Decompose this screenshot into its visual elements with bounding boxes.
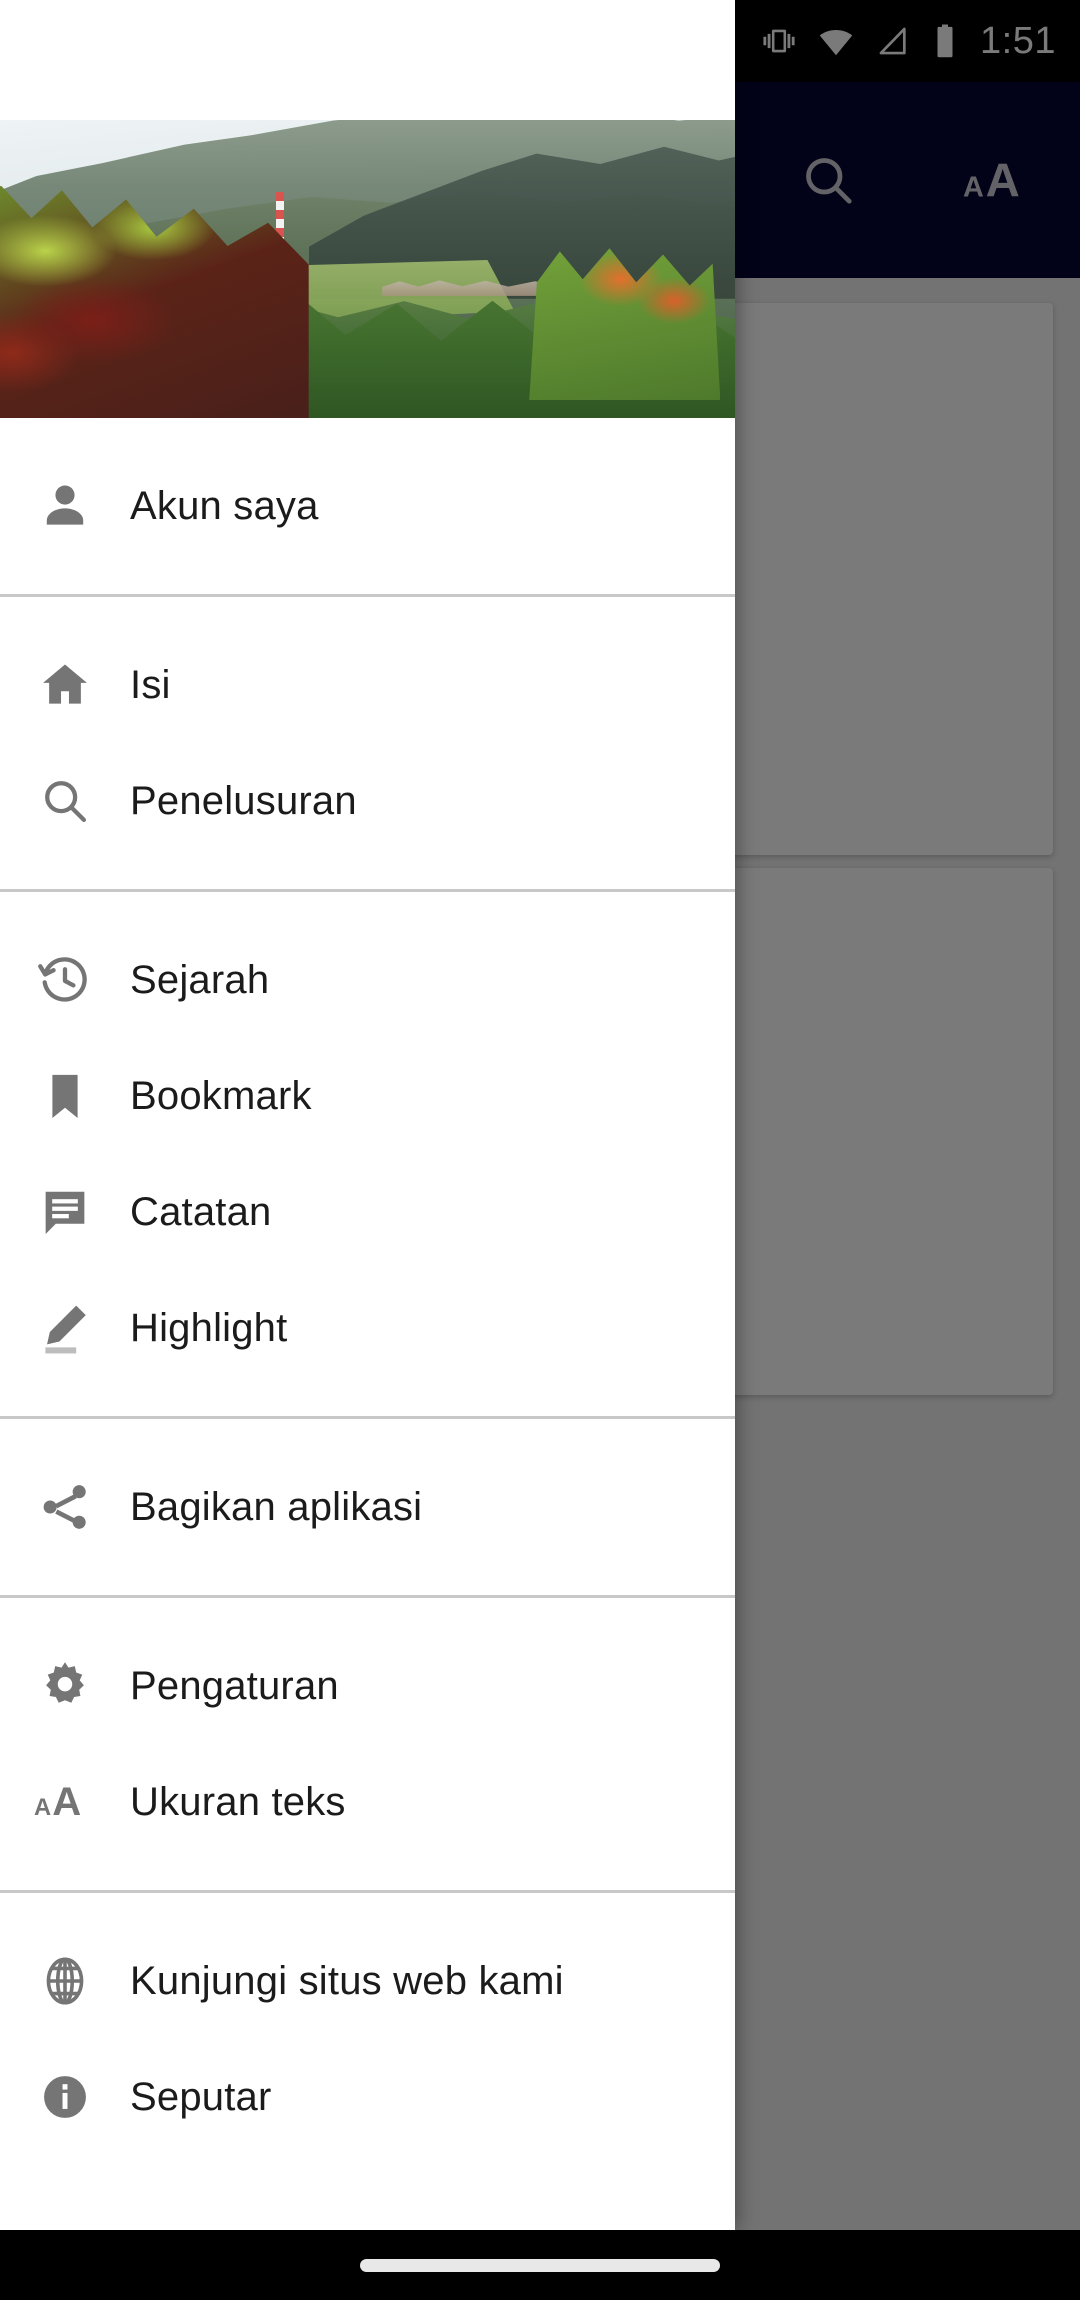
drawer-group-account: Akun saya	[0, 418, 735, 594]
history-icon	[0, 952, 130, 1008]
drawer-group-browse: Isi Penelusuran	[0, 597, 735, 889]
home-gesture-pill[interactable]	[360, 2258, 720, 2272]
drawer-group-library: Sejarah Bookmark Catatan Highlight	[0, 892, 735, 1416]
search-icon	[0, 774, 130, 828]
drawer-group-settings: Pengaturan A A Ukuran teks	[0, 1598, 735, 1890]
svg-text:A: A	[34, 1795, 51, 1821]
highlight-pencil-icon	[0, 1300, 130, 1356]
note-icon	[0, 1185, 130, 1239]
sidebar-item-bookmark[interactable]: Bookmark	[0, 1038, 735, 1154]
sidebar-item-label: Bagikan aplikasi	[130, 1484, 423, 1529]
home-icon	[0, 657, 130, 713]
sidebar-item-label: Akun saya	[130, 483, 319, 528]
sidebar-item-sejarah[interactable]: Sejarah	[0, 922, 735, 1038]
sidebar-item-catatan[interactable]: Catatan	[0, 1154, 735, 1270]
sidebar-item-label: Catatan	[130, 1189, 272, 1234]
sidebar-item-label: Bookmark	[130, 1073, 312, 1118]
sidebar-item-highlight[interactable]: Highlight	[0, 1270, 735, 1386]
sidebar-item-pengaturan[interactable]: Pengaturan	[0, 1628, 735, 1744]
drawer-group-about: Kunjungi situs web kami Seputar	[0, 1893, 735, 2185]
person-icon	[0, 478, 130, 534]
svg-text:A: A	[52, 1780, 81, 1824]
sidebar-item-label: Pengaturan	[130, 1663, 339, 1708]
globe-icon	[0, 1953, 130, 2009]
drawer-group-share: Bagikan aplikasi	[0, 1419, 735, 1595]
text-size-icon: A A	[0, 1774, 130, 1830]
sidebar-item-isi[interactable]: Isi	[0, 627, 735, 743]
drawer-header-photo	[0, 120, 735, 418]
sidebar-item-label: Penelusuran	[130, 778, 357, 823]
sidebar-item-label: Seputar	[130, 2074, 272, 2119]
sidebar-item-ukuran-teks[interactable]: A A Ukuran teks	[0, 1744, 735, 1860]
bookmark-icon	[0, 1069, 130, 1123]
sidebar-item-label: Ukuran teks	[130, 1779, 346, 1824]
sidebar-item-seputar[interactable]: Seputar	[0, 2039, 735, 2155]
sidebar-item-label: Highlight	[130, 1305, 288, 1350]
sidebar-item-label: Isi	[130, 662, 171, 707]
sidebar-item-label: Kunjungi situs web kami	[130, 1958, 564, 2003]
share-icon	[0, 1480, 130, 1534]
system-navigation-bar	[0, 2230, 1080, 2300]
gear-icon	[0, 1658, 130, 1714]
navigation-drawer: Akun saya Isi Penelusuran Sejarah Bookma…	[0, 0, 735, 2230]
sidebar-item-label: Sejarah	[130, 957, 270, 1002]
sidebar-item-bagikan-aplikasi[interactable]: Bagikan aplikasi	[0, 1449, 735, 1565]
sidebar-item-akun-saya[interactable]: Akun saya	[0, 448, 735, 564]
sidebar-item-kunjungi-situs-web-kami[interactable]: Kunjungi situs web kami	[0, 1923, 735, 2039]
sidebar-item-penelusuran[interactable]: Penelusuran	[0, 743, 735, 859]
info-icon	[0, 2070, 130, 2124]
